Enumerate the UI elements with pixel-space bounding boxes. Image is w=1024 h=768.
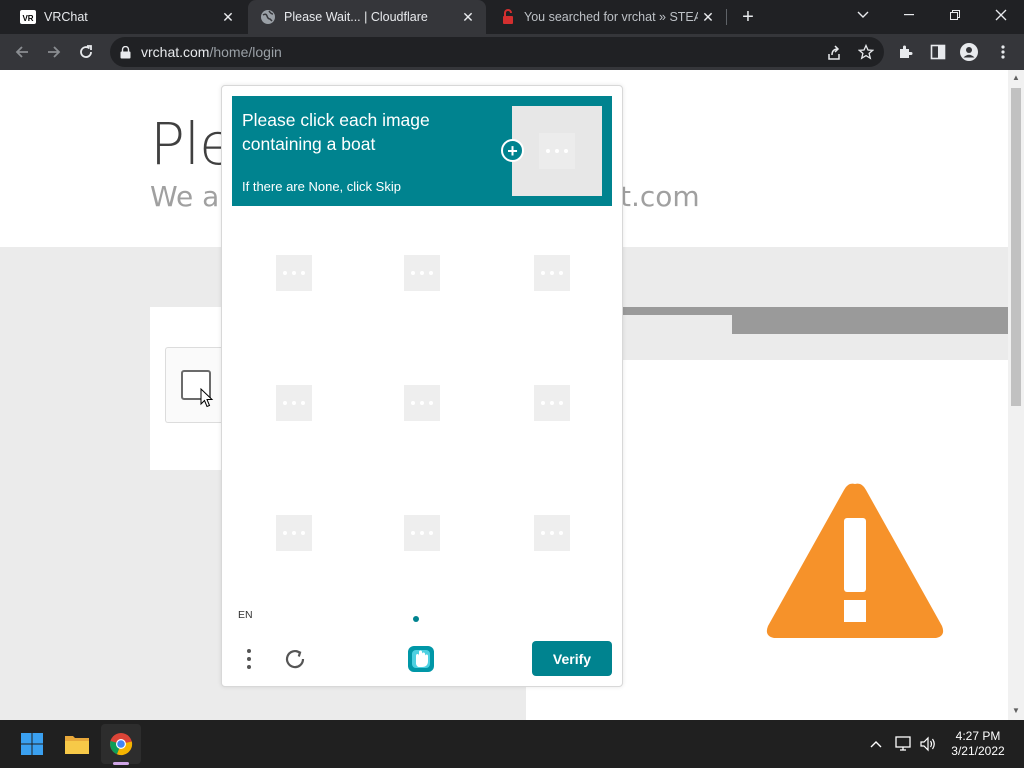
start-button[interactable] [12,724,52,764]
grid-image-4[interactable] [232,341,356,465]
loading-placeholder [276,515,312,551]
refresh-icon[interactable] [280,644,310,674]
globe-icon [260,9,276,25]
grid-image-2[interactable] [360,211,484,335]
loading-placeholder [539,133,575,169]
mouse-cursor-icon [200,387,214,413]
minimize-button[interactable] [886,0,932,30]
reload-button[interactable] [72,38,100,66]
loading-placeholder [534,385,570,421]
url-host: vrchat.com [141,44,210,60]
scroll-up-icon[interactable]: ▲ [1010,73,1022,83]
grid-image-7[interactable] [232,471,356,595]
prompt-hint: If there are None, click Skip [242,179,401,194]
url-path: /home/login [209,44,282,60]
tray-overflow-chevron-icon[interactable] [866,734,886,754]
example-image [512,106,602,196]
image-grid [232,211,612,601]
clock-time: 4:27 PM [955,729,1001,743]
grid-image-3[interactable] [490,211,614,335]
bookmark-star-icon[interactable] [858,44,874,60]
taskbar: 4:27 PM 3/21/2022 [0,720,1024,768]
lock-icon[interactable] [120,45,131,59]
prompt-text: Please click each image containing a boa… [242,110,430,154]
more-options-icon[interactable] [994,43,1012,61]
share-icon[interactable] [826,45,842,61]
zoom-example-icon[interactable]: + [501,139,524,162]
steam-unlocked-icon [500,9,516,25]
system-clock[interactable]: 4:27 PM 3/21/2022 [946,729,1010,759]
file-explorer-button[interactable] [57,724,97,764]
warning-icon [762,478,948,647]
tab-title: Please Wait... | Cloudflare [284,10,428,24]
grid-image-6[interactable] [490,341,614,465]
tab-title: You searched for vrchat » STEAM [524,10,698,24]
grid-image-5[interactable] [360,341,484,465]
page-subtitle-left: We ar [150,180,231,213]
browser-toolbar: vrchat.com/home/login [0,34,1024,70]
challenge-page-indicator [413,616,419,622]
grid-image-9[interactable] [490,471,614,595]
close-window-button[interactable] [978,0,1024,30]
loading-placeholder [276,255,312,291]
loading-placeholder [404,385,440,421]
status-bar-notch [622,315,732,335]
grid-image-1[interactable] [232,211,356,335]
close-icon[interactable]: ✕ [458,7,478,27]
chrome-taskbar-button[interactable] [101,724,141,764]
tab-strip: VR VRChat ✕ Please Wait... | Cloudflare … [0,0,1024,34]
forward-button[interactable] [40,38,68,66]
scroll-thumb[interactable] [1011,88,1021,406]
tab-search-icon[interactable] [840,0,886,30]
scroll-down-icon[interactable]: ▼ [1010,706,1022,716]
network-icon[interactable] [894,734,914,754]
clock-date: 3/21/2022 [951,744,1005,758]
url-text: vrchat.com/home/login [141,44,282,60]
grid-image-8[interactable] [360,471,484,595]
loading-placeholder [534,255,570,291]
loading-placeholder [534,515,570,551]
profile-icon[interactable] [960,43,978,61]
close-icon[interactable]: ✕ [698,7,718,27]
page-subtitle-right: t.com [620,180,700,213]
side-panel-icon[interactable] [929,43,947,61]
svg-text:VR: VR [22,14,33,23]
verify-button[interactable]: Verify [532,641,612,676]
tab-steam-search[interactable]: You searched for vrchat » STEAM ✕ [488,0,726,34]
restore-button[interactable] [932,0,978,30]
tab-separator [726,9,727,25]
tab-vrchat[interactable]: VR VRChat ✕ [0,0,246,34]
extensions-icon[interactable] [897,43,915,61]
loading-placeholder [404,255,440,291]
loading-placeholder [404,515,440,551]
hcaptcha-challenge: Please click each image containing a boa… [221,85,623,687]
new-tab-button[interactable]: + [736,6,760,28]
close-icon[interactable]: ✕ [218,7,238,27]
loading-placeholder [276,385,312,421]
vrchat-logo-icon: VR [20,9,36,25]
hcaptcha-logo-icon[interactable] [404,642,438,676]
challenge-prompt: Please click each image containing a boa… [232,96,612,206]
back-button[interactable] [8,38,36,66]
menu-kebab-icon[interactable] [238,644,260,674]
address-bar[interactable]: vrchat.com/home/login [110,37,884,67]
volume-icon[interactable] [918,734,938,754]
language-selector[interactable]: EN [238,609,253,621]
active-app-indicator [113,762,129,765]
tab-title: VRChat [44,10,88,24]
tab-cloudflare[interactable]: Please Wait... | Cloudflare ✕ [248,0,486,34]
